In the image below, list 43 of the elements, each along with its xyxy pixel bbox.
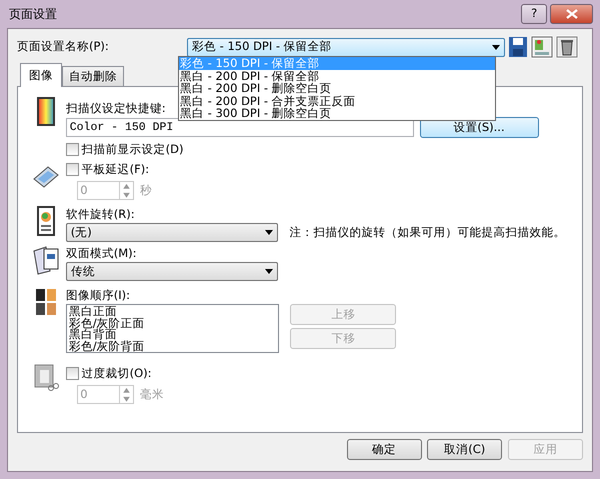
list-item[interactable]: 黑白正面 [68,306,276,318]
document-icon[interactable] [530,36,553,58]
duplex-pages-icon [32,245,60,276]
dropdown-option[interactable]: 黑白 - 200 DPI - 保留全部 [179,70,495,82]
trash-icon[interactable] [556,36,578,58]
list-item[interactable]: 彩色/灰阶背面 [68,340,276,352]
checkbox[interactable] [66,143,79,156]
note-text: 注：扫描仪的旋转（如果可用）可能提高扫描效能。 [289,224,566,242]
profile-dropdown[interactable]: 彩色 - 150 DPI - 保留全部 [187,38,505,56]
field-label: 双面模式(M): [66,245,138,262]
close-button[interactable] [550,4,593,24]
rotation-dropdown[interactable]: (无) [66,223,278,242]
field-label: 图像顺序(I): [66,287,131,304]
dropdown-option[interactable]: 黑白 - 200 DPI - 删除空白页 [179,82,495,94]
field-label: 页面设置名称(P): [17,38,110,56]
list-item[interactable]: 黑白背面 [68,329,276,341]
number-spinner: 0 [77,385,134,404]
close-icon [566,9,578,19]
caret-icon [264,230,273,236]
list-item[interactable]: 彩色/灰阶正面 [68,318,276,330]
tab[interactable]: 图像 [20,62,62,87]
image-order-list[interactable]: 黑白正面 彩色/灰阶正面 黑白背面 彩色/灰阶背面 [66,304,279,354]
window-title: 页面设置 [8,6,57,23]
unit-label: 毫米 [140,386,164,403]
number-spinner: 0 [77,181,134,200]
checkbox-label: 扫描前显示设定(D) [82,141,184,158]
duplex-dropdown[interactable]: 传统 [66,262,278,282]
checkbox-label: 平板延迟(F): [82,161,150,178]
crop-icon [32,362,60,392]
dialog-button[interactable]: 确定 [346,439,422,460]
tab[interactable]: 自动删除 [62,66,124,86]
dropdown-option[interactable]: 黑白 - 300 DPI - 删除空白页 [179,107,495,120]
unit-label: 秒 [140,182,152,200]
checkbox-label: 过度裁切(O): [82,364,152,382]
field-label: 软件旋转(R): [66,206,136,223]
help-button[interactable]: ? [521,4,548,24]
save-icon[interactable] [508,36,528,58]
dialog-button[interactable]: 取消(C) [427,439,502,460]
shortcut-field[interactable]: Color - 150 DPI [66,118,414,138]
dropdown-option[interactable]: 黑白 - 200 DPI - 合并支票正反面 [179,94,495,107]
field-label: 扫描仪设定快捷键: [66,100,166,115]
caret-icon [492,44,500,50]
caret-icon [264,269,273,274]
